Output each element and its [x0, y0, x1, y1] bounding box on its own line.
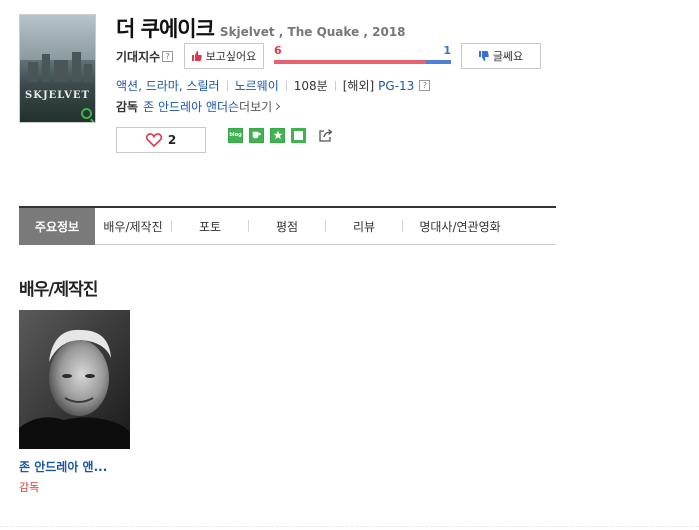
blog-icon-text: blog [229, 132, 242, 138]
cup-glyph [252, 131, 261, 139]
chevron-right-icon [273, 102, 281, 111]
not-sure-label: 글쎄요 [492, 50, 524, 63]
poster-building [54, 60, 68, 82]
person-portrait [19, 310, 130, 449]
movie-title: 더 쿠에이크 [116, 17, 215, 41]
want-to-see-label: 보고싶어요 [205, 50, 257, 63]
poster-building [42, 54, 50, 82]
cafe-icon[interactable] [249, 127, 264, 143]
expectation-bar-fill [274, 60, 426, 64]
movie-info-row: 액션, 드라마, 스릴러 노르웨이 108분 [해외] PG-13 ? [116, 77, 431, 94]
expect-row: 기대지수 ? [116, 43, 174, 69]
heart-icon [145, 133, 162, 147]
tab-review[interactable]: 리뷰 [326, 208, 402, 245]
expect-label: 기대지수 [116, 49, 161, 64]
tab-cast-crew[interactable]: 배우/제작진 [95, 208, 171, 245]
section-title: 배우/제작진 [19, 280, 98, 300]
favorite-count: 2 [167, 133, 177, 147]
more-link[interactable]: 더보기 [239, 98, 272, 115]
help-icon[interactable]: ? [419, 80, 431, 91]
country-link[interactable]: 노르웨이 [235, 77, 279, 94]
divider [226, 80, 228, 91]
star-icon[interactable] [270, 127, 285, 143]
star-glyph [272, 130, 283, 140]
cast-role: 감독 [19, 481, 40, 494]
tab-quotes-related[interactable]: 명대사/연관영화 [403, 208, 517, 245]
expectation-bar: 6 1 [274, 44, 451, 68]
share-icons: blog [228, 127, 334, 143]
tab-main-info[interactable]: 주요정보 [19, 208, 95, 245]
poster-building [84, 64, 92, 82]
movie-poster[interactable]: SKJELVET [19, 14, 96, 123]
expectation-bar-track [274, 60, 451, 64]
share-icon[interactable] [318, 127, 334, 143]
poster-sky [20, 15, 95, 60]
poster-building [28, 62, 38, 82]
magnifier-icon[interactable] [81, 108, 92, 119]
dislike-count: 1 [443, 44, 451, 57]
cast-photo[interactable] [19, 310, 130, 449]
runtime: 108분 [293, 79, 328, 93]
tab-photo[interactable]: 포토 [172, 208, 248, 245]
director-link[interactable]: 존 안드레아 앤더슨 [143, 98, 239, 115]
cast-name-link[interactable]: 존 안드레아 앤... [19, 458, 107, 475]
help-icon[interactable]: ? [162, 50, 174, 62]
tab-rating[interactable]: 평점 [249, 208, 325, 245]
movie-original-title: Skjelvet , The Quake , 2018 [219, 25, 406, 39]
title-row: 더 쿠에이크 Skjelvet , The Quake , 2018 [116, 13, 406, 43]
thumbs-up-icon [191, 51, 202, 61]
like-count: 6 [274, 44, 282, 57]
tab-bar: 주요정보 배우/제작진 포토 평점 리뷰 명대사/연관영화 [19, 206, 556, 245]
director-label: 감독 [116, 100, 139, 114]
memo-icon[interactable] [291, 127, 306, 143]
rating-link[interactable]: PG-13 [378, 79, 414, 93]
poster-building [72, 52, 81, 82]
thumbs-down-icon [478, 51, 489, 61]
blog-icon[interactable]: blog [228, 127, 243, 143]
director-row: 감독 존 안드레아 앤더슨 더보기 [116, 98, 281, 115]
divider [334, 80, 336, 91]
favorite-button[interactable]: 2 [116, 127, 206, 153]
not-sure-button[interactable]: 글쎄요 [461, 43, 541, 69]
rating-prefix: [해외] [342, 79, 375, 93]
genre-link[interactable]: 액션, 드라마, 스릴러 [116, 77, 220, 94]
divider [285, 80, 287, 91]
poster-title: SKJELVET [25, 90, 90, 101]
want-to-see-button[interactable]: 보고싶어요 [184, 43, 264, 69]
footer-divider [0, 526, 699, 527]
